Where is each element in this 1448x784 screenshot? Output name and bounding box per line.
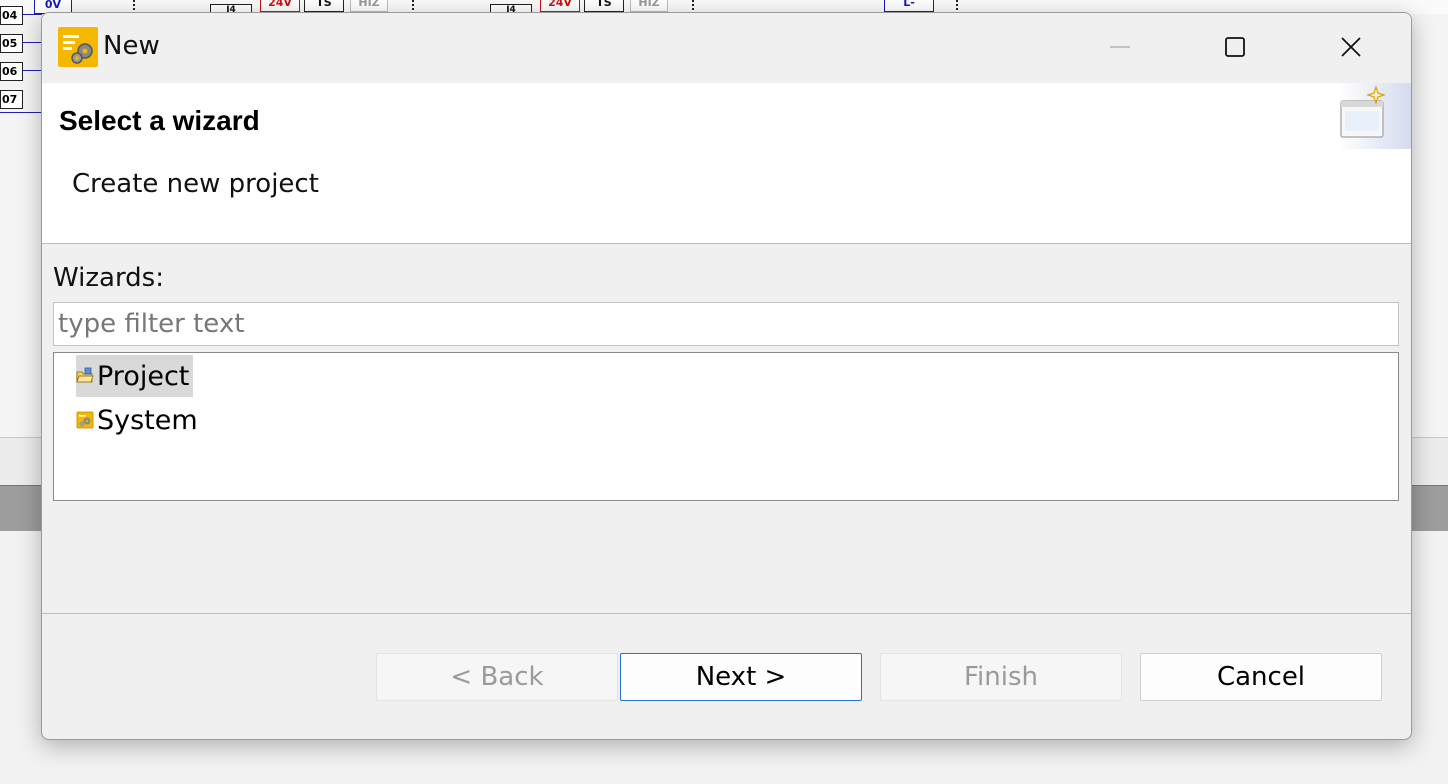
bg-wire (0, 112, 42, 113)
bg-wire (22, 14, 42, 15)
wizard-header: Select a wizard Create new project (42, 83, 1411, 244)
bg-side-label: 05 (0, 34, 23, 53)
bg-tag: TS (304, 0, 344, 12)
bg-tag: TS (584, 0, 624, 12)
close-icon (1341, 37, 1361, 57)
maximize-icon (1225, 37, 1245, 57)
bg-side-label: 07 (0, 90, 23, 109)
tree-item-system[interactable]: System (76, 399, 202, 441)
new-wizard-dialog: New Select a wizard Create new project W… (41, 12, 1412, 740)
wizard-tree[interactable]: Project System (53, 352, 1399, 501)
project-folder-icon (76, 367, 94, 383)
tree-item-label: Project (97, 360, 190, 392)
bg-side-label: 04 (0, 6, 23, 25)
system-icon (76, 411, 94, 429)
cancel-button[interactable]: Cancel (1140, 653, 1382, 701)
back-button[interactable]: < Back (376, 653, 618, 701)
bg-side-label: 06 (0, 62, 23, 81)
header-title: Select a wizard (59, 105, 260, 136)
wizards-label: Wizards: (53, 263, 164, 293)
dialog-title: New (103, 31, 160, 61)
close-button[interactable] (1321, 27, 1381, 67)
minimize-icon (1110, 46, 1130, 48)
bg-tag: HIZ (350, 0, 388, 12)
filter-input[interactable] (53, 302, 1399, 346)
minimize-button[interactable] (1090, 27, 1150, 67)
next-button[interactable]: Next > (620, 653, 862, 701)
bg-tag: L- (884, 0, 934, 12)
finish-button[interactable]: Finish (880, 653, 1122, 701)
maximize-button[interactable] (1205, 27, 1265, 67)
header-description: Create new project (72, 169, 319, 199)
title-bar[interactable]: New (42, 13, 1411, 83)
tree-item-project[interactable]: Project (76, 355, 194, 397)
bg-tag: HIZ (630, 0, 668, 12)
bg-tag: 24V (260, 0, 300, 12)
button-bar-separator (42, 613, 1411, 614)
bg-wire (22, 42, 42, 43)
app-icon (58, 27, 98, 67)
bg-wire (22, 70, 42, 71)
tree-item-label: System (97, 404, 198, 436)
bg-tag: 24V (540, 0, 580, 12)
wizard-banner-icon (1339, 83, 1411, 149)
